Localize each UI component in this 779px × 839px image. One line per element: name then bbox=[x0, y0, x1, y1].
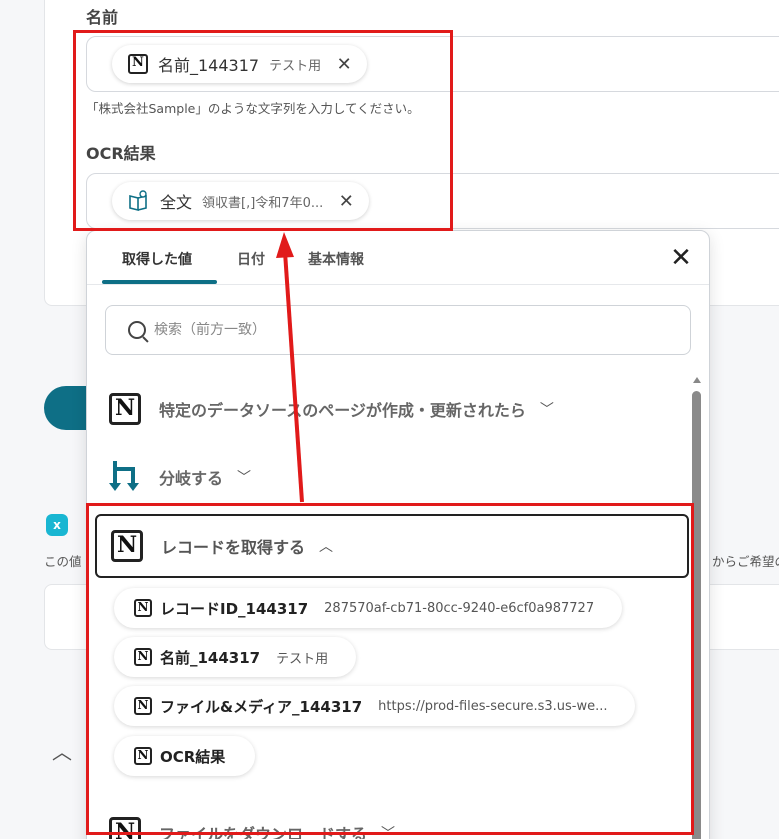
tab-date[interactable]: 日付 bbox=[237, 249, 265, 269]
chevron-up-icon[interactable]: ︿ bbox=[52, 736, 72, 765]
background-text: からご希望の bbox=[712, 554, 779, 569]
background-text: この値 bbox=[44, 554, 82, 569]
section-title: 特定のデータソースのページが作成・更新されたら bbox=[159, 401, 526, 420]
section-trigger[interactable]: 特定のデータソースのページが作成・更新されたら ﹀ bbox=[109, 393, 554, 425]
annotation-box-target bbox=[73, 30, 453, 231]
branch-icon bbox=[109, 461, 141, 493]
search-box[interactable] bbox=[105, 305, 691, 355]
close-icon[interactable]: ✕ bbox=[667, 245, 695, 273]
active-tab-indicator bbox=[102, 280, 217, 284]
notion-icon bbox=[109, 393, 141, 425]
tab-acquired-values[interactable]: 取得した値 bbox=[122, 249, 192, 269]
scroll-up-icon[interactable] bbox=[693, 377, 701, 383]
name-field-label: 名前 bbox=[86, 8, 119, 27]
popup-tabs: 取得した値 日付 基本情報 ✕ bbox=[87, 231, 709, 285]
chevron-down-icon: ﹀ bbox=[237, 470, 252, 486]
chevron-down-icon: ﹀ bbox=[539, 402, 554, 418]
search-icon bbox=[128, 321, 146, 339]
background-box bbox=[708, 584, 779, 650]
tab-basic-info[interactable]: 基本情報 bbox=[308, 249, 364, 269]
section-title: 分岐する bbox=[159, 469, 224, 488]
search-input[interactable] bbox=[154, 322, 654, 338]
annotation-box-source bbox=[86, 503, 694, 835]
section-branch[interactable]: 分岐する ﹀ bbox=[109, 461, 251, 493]
page: 名前 名前_144317 テスト用 ✕ 「株式会社Sample」のような文字列を… bbox=[0, 0, 779, 839]
app-badge-icon: x bbox=[46, 514, 68, 536]
